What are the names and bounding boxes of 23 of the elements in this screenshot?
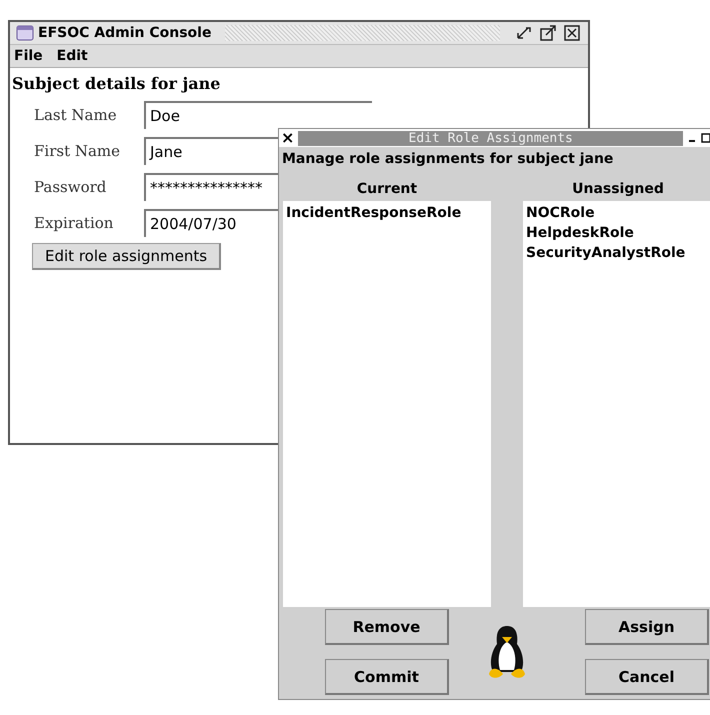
dialog-button[interactable]: Commit — [325, 659, 449, 695]
list-item[interactable]: NOCRole — [526, 203, 710, 223]
list-heading: Unassigned — [571, 181, 665, 199]
field-label: Expiration — [34, 214, 114, 232]
field-label: First Name — [34, 142, 122, 160]
close-icon[interactable] — [562, 24, 582, 42]
dialog-title: Edit Role Assignments — [298, 130, 683, 146]
field-label: Password — [34, 178, 108, 196]
edit-roles-button[interactable]: Edit role assignments — [32, 243, 222, 270]
input-field[interactable]: Doe — [144, 101, 372, 129]
dialog-button[interactable]: Assign — [585, 609, 709, 645]
window-title: EFSOC Admin Console — [38, 25, 212, 41]
window-controls-icon[interactable] — [687, 132, 710, 144]
menu-item[interactable]: Edit — [56, 48, 88, 64]
list-item[interactable]: SecurityAnalystRole — [526, 243, 710, 263]
dialog-button[interactable]: Remove — [325, 609, 449, 645]
maximize-icon[interactable] — [538, 24, 558, 42]
menu-item[interactable]: File — [14, 48, 43, 64]
dialog-button[interactable]: Cancel — [585, 659, 709, 695]
window-icon — [16, 25, 34, 41]
list-item[interactable]: HelpdeskRole — [526, 223, 710, 243]
section-heading: Subject details for jane — [12, 74, 222, 93]
field-label: Last Name — [34, 106, 118, 124]
